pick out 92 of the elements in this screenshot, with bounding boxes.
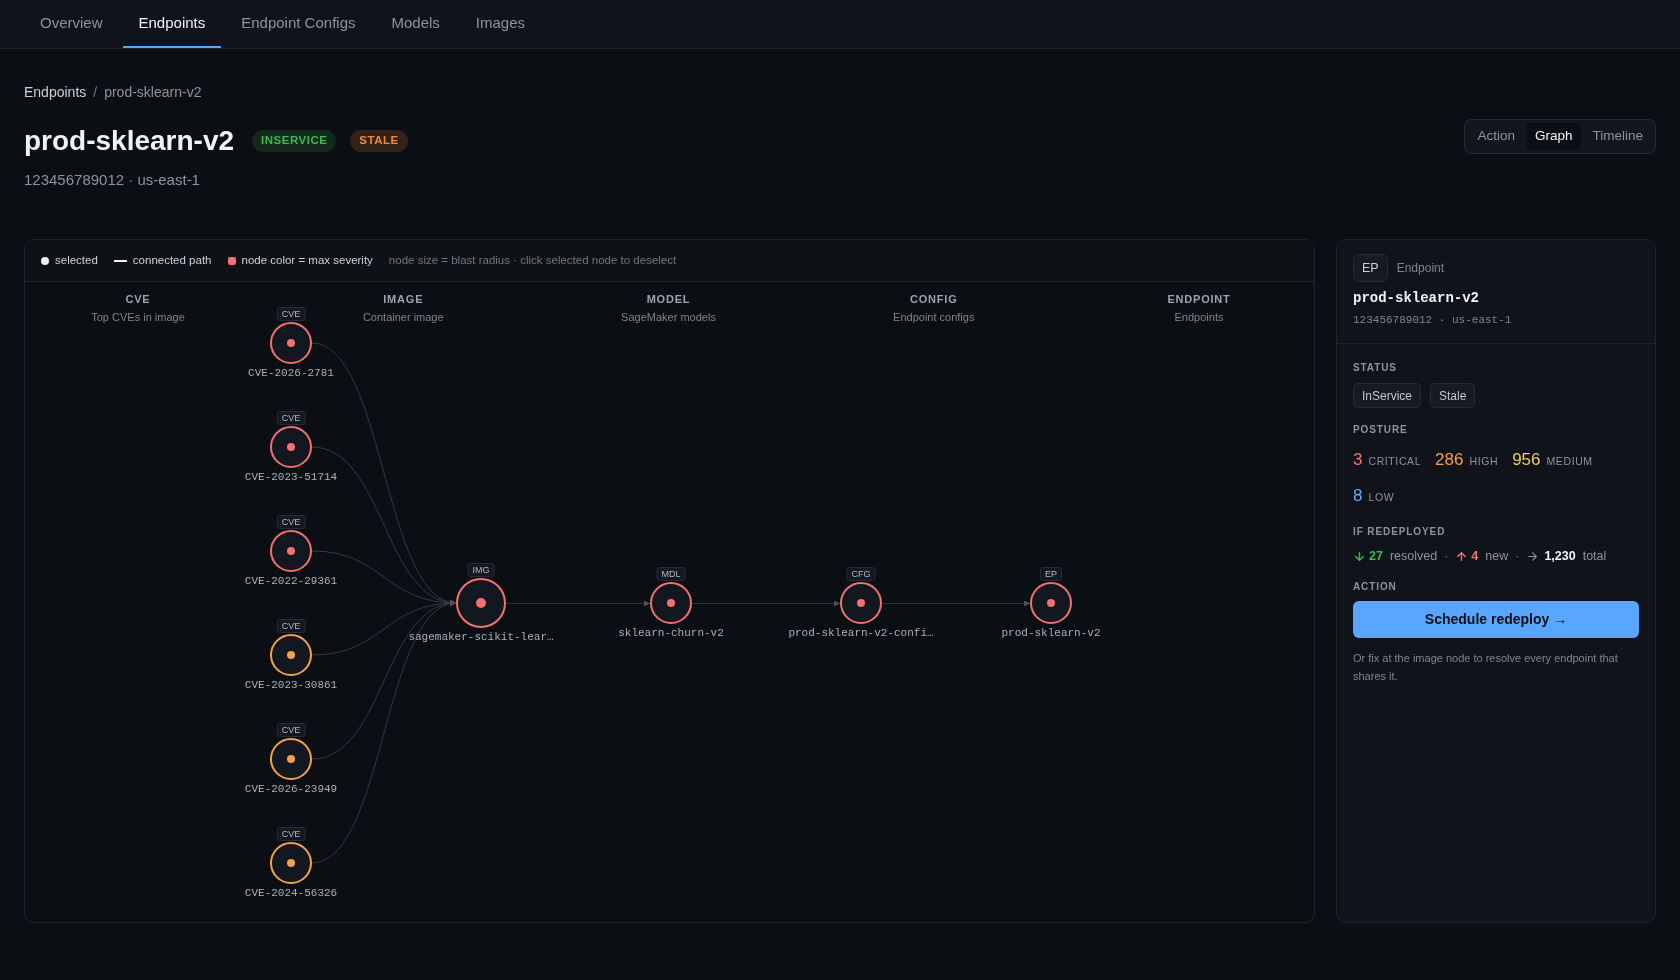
column-title: MODEL: [646, 292, 691, 306]
arrow-down-icon: [1353, 549, 1366, 563]
node-type-tag: CFG: [846, 567, 876, 581]
new-label: new: [1485, 547, 1509, 565]
separator-dot: ·: [1444, 547, 1449, 565]
breadcrumb-current: prod-sklearn-v2: [104, 83, 202, 102]
node-type-tag: CVE: [276, 723, 306, 737]
node-label: CVE-2023-30861: [244, 678, 338, 692]
status-chip: Stale: [1430, 383, 1476, 408]
legend-label: node color = max severity: [241, 252, 373, 268]
graph-node[interactable]: [456, 578, 506, 628]
status-badge: STALE: [350, 130, 408, 152]
severity-count: 8: [1353, 485, 1363, 507]
legend-label: connected path: [132, 252, 212, 268]
section-heading: POSTURE: [1353, 423, 1409, 437]
column-subtitle: Endpoint configs: [893, 310, 975, 324]
schedule-redeploy-button[interactable]: Schedule redeploy →: [1353, 601, 1639, 638]
severity-label: CRITICAL: [1368, 454, 1422, 469]
column-title: CONFIG: [909, 292, 958, 306]
nav-tab[interactable]: Overview: [24, 0, 119, 48]
detail-subtitle: 123456789012 · us-east-1: [1353, 313, 1513, 328]
node-type-tag: MDL: [656, 567, 686, 581]
node-label: CVE-2024-56326: [244, 886, 338, 900]
section-heading: STATUS: [1353, 361, 1398, 375]
legend-swatch-icon: [227, 256, 236, 265]
nav-tab[interactable]: Endpoints: [122, 0, 222, 48]
node-label: CVE-2026-23949: [244, 782, 338, 796]
page-title: prod-sklearn-v2: [24, 124, 235, 158]
node-label: CVE-2022-29361: [244, 574, 338, 588]
graph-node[interactable]: [270, 738, 312, 780]
graph-node[interactable]: [650, 582, 692, 624]
node-type-tag: CVE: [276, 619, 306, 633]
legend-label: selected: [55, 252, 98, 268]
column-title: ENDPOINT: [1167, 292, 1231, 306]
graph-node[interactable]: [840, 582, 882, 624]
status-badge: INSERVICE: [252, 130, 337, 152]
total-label: total: [1582, 547, 1607, 565]
graph-node[interactable]: [270, 426, 312, 468]
graph-node[interactable]: [270, 634, 312, 676]
graph-node[interactable]: [270, 322, 312, 364]
nav-tab[interactable]: Models: [375, 0, 456, 48]
node-type-tag: CVE: [276, 827, 306, 841]
breadcrumb-separator: /: [93, 83, 98, 102]
nav-tab[interactable]: Images: [459, 0, 542, 48]
new-count: 4: [1471, 547, 1479, 565]
severity-label: LOW: [1368, 490, 1395, 505]
resolved-label: resolved: [1389, 547, 1438, 565]
section-heading: ACTION: [1353, 580, 1398, 594]
type-label: Endpoint: [1396, 260, 1445, 277]
node-type-tag: CVE: [276, 515, 306, 529]
arrow-up-icon: [1455, 549, 1469, 563]
nav-tab[interactable]: Endpoint Configs: [225, 0, 372, 48]
graph-node[interactable]: [1030, 582, 1072, 624]
severity-count: 286: [1435, 449, 1464, 471]
node-label: sagemaker-scikit-lear…: [408, 630, 554, 644]
node-type-tag: IMG: [467, 563, 495, 577]
type-tag: EP: [1353, 254, 1388, 282]
page-subtitle: 123456789012 · us-east-1: [24, 170, 201, 190]
node-label: CVE-2026-2781: [248, 366, 334, 380]
legend-note: node size = blast radius · click selected node to deselect: [388, 252, 677, 268]
column-subtitle: Top CVEs in image: [91, 310, 185, 324]
column-subtitle: Endpoints: [1174, 310, 1224, 324]
node-type-tag: EP: [1040, 567, 1062, 581]
column-title: CVE: [125, 292, 151, 306]
severity-label: MEDIUM: [1546, 454, 1593, 469]
breadcrumb-link[interactable]: Endpoints: [24, 82, 87, 102]
resolved-count: 27: [1369, 547, 1383, 565]
column-title: IMAGE: [383, 292, 424, 306]
detail-title: prod-sklearn-v2: [1353, 289, 1481, 308]
total-count: 1,230: [1544, 547, 1576, 565]
status-chip: InService: [1353, 383, 1422, 408]
column-subtitle: SageMaker models: [621, 310, 716, 324]
severity-label: HIGH: [1469, 454, 1499, 469]
action-note: Or fix at the image node to resolve every endpoint that shares it.: [1353, 651, 1619, 684]
arrow-right-icon: [1526, 549, 1540, 563]
graph-node[interactable]: [270, 842, 312, 884]
graph-node[interactable]: [270, 530, 312, 572]
node-type-tag: CVE: [276, 307, 306, 321]
severity-count: 956: [1512, 449, 1541, 471]
severity-count: 3: [1353, 449, 1363, 471]
view-toggle-option[interactable]: Graph: [1525, 123, 1582, 150]
node-label: sklearn-churn-v2: [618, 626, 724, 640]
view-toggle-option[interactable]: Action: [1468, 123, 1524, 150]
separator-dot: ·: [1515, 547, 1520, 565]
legend-line-icon: [113, 259, 127, 262]
section-heading: IF REDEPLOYED: [1353, 525, 1447, 539]
view-toggle-option[interactable]: Timeline: [1583, 123, 1652, 150]
node-label: prod-sklearn-v2: [1001, 626, 1101, 640]
node-label: prod-sklearn-v2-confi…: [788, 626, 934, 640]
column-subtitle: Container image: [362, 310, 444, 324]
node-label: CVE-2023-51714: [244, 470, 338, 484]
node-type-tag: CVE: [276, 411, 306, 425]
